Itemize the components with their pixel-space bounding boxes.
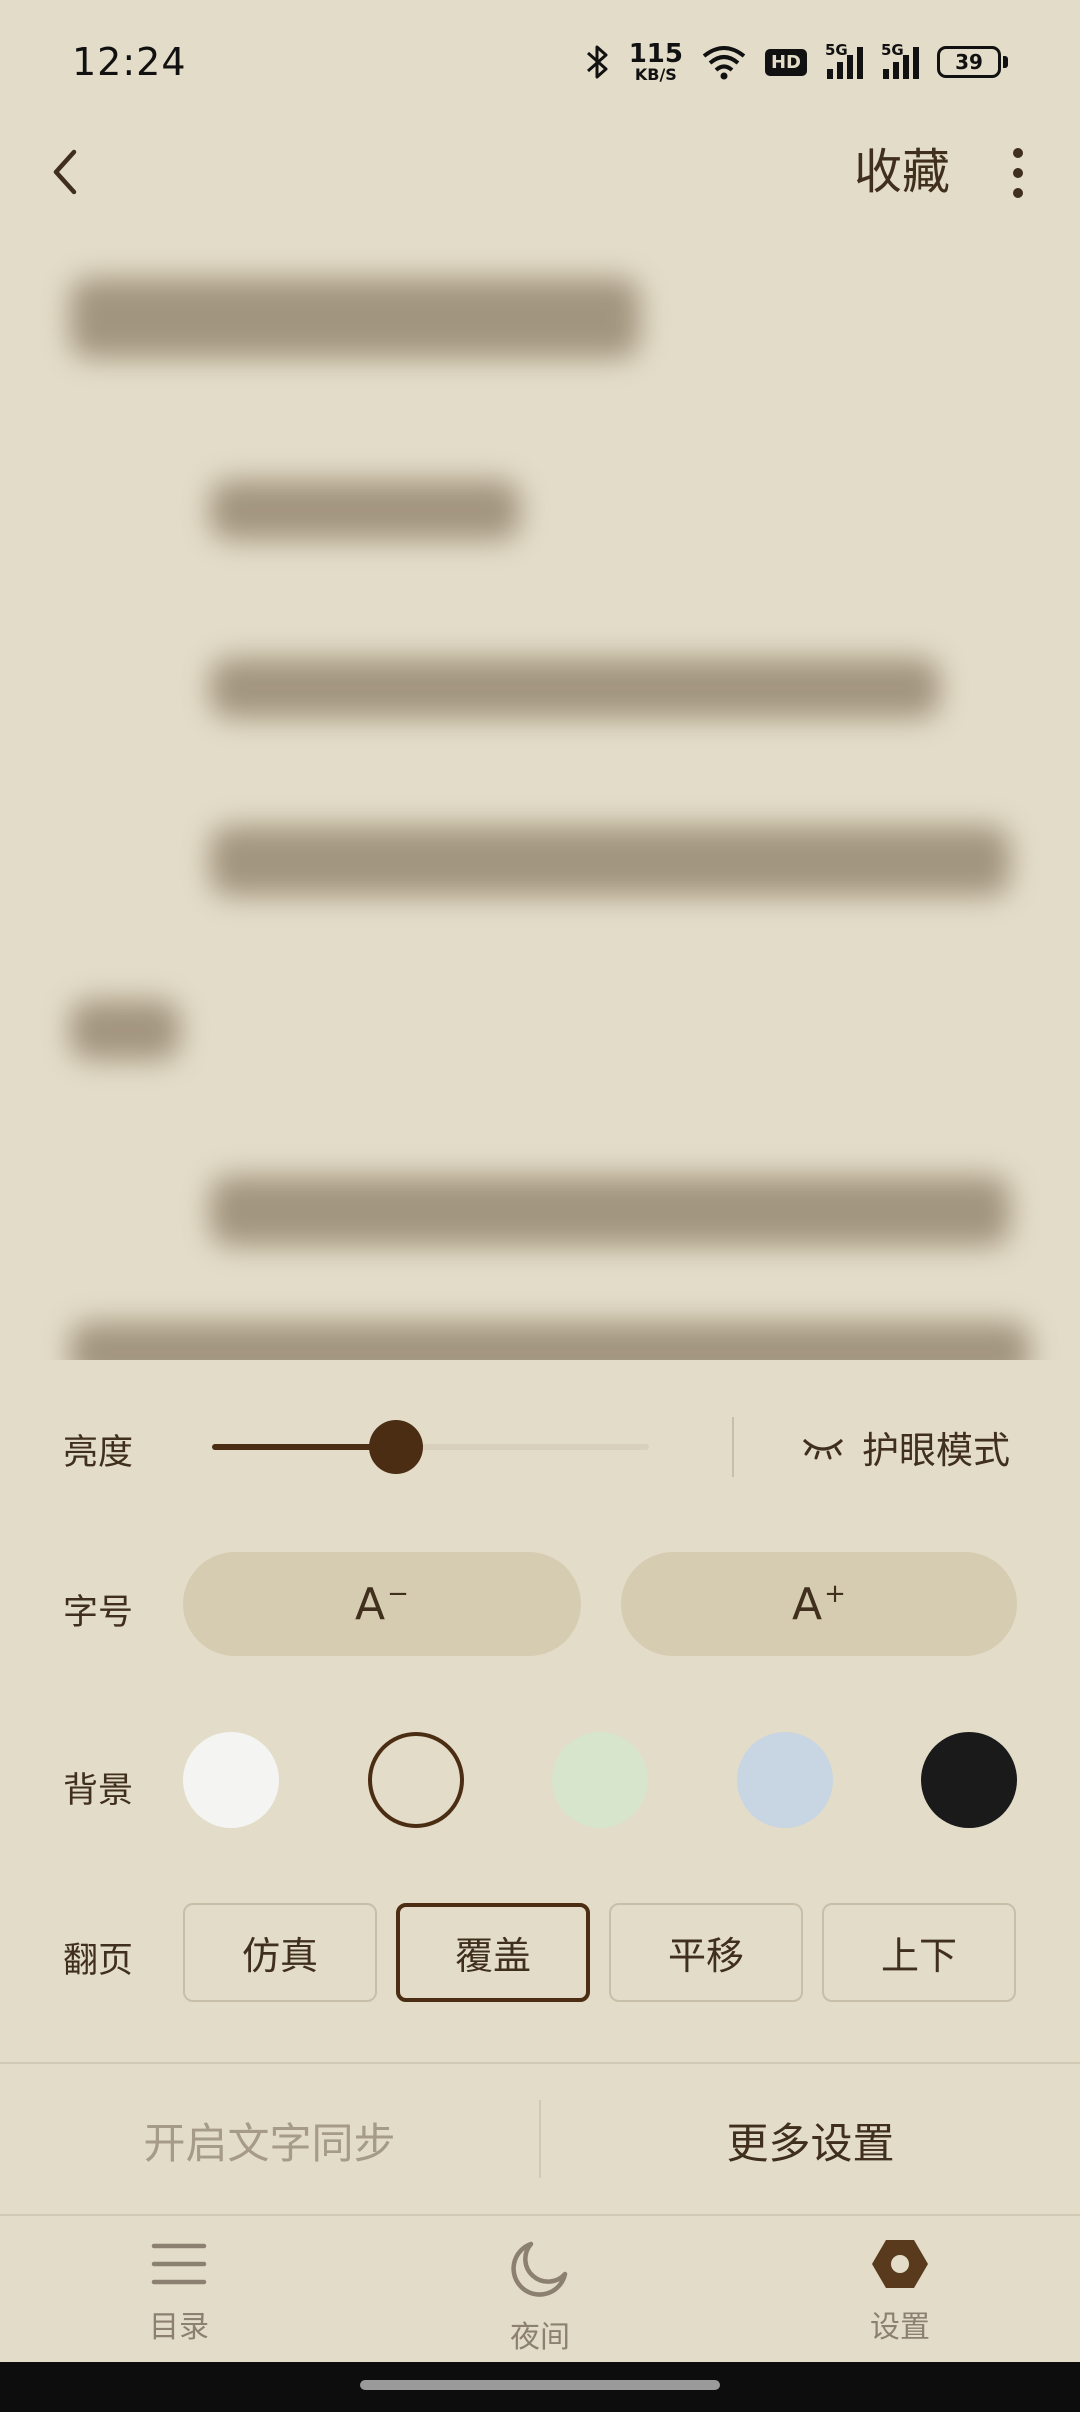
flip-mode-slide-button[interactable]: 平移 — [609, 1903, 803, 2002]
status-time: 12:24 — [72, 40, 187, 84]
signal-5g-icon: 5G — [825, 41, 863, 79]
background-swatch-beige-selected[interactable] — [368, 1732, 464, 1828]
network-speed: 115 KB/S — [628, 39, 683, 84]
more-settings-button[interactable]: 更多设置 — [541, 2100, 1080, 2180]
flip-mode-simulation-button[interactable]: 仿真 — [183, 1903, 377, 2002]
hd-icon: HD — [764, 48, 807, 76]
menu-list-icon — [150, 2238, 208, 2294]
font-size-label: 字号 — [63, 1593, 134, 1633]
navigation-bar — [0, 2362, 1080, 2412]
divider — [0, 2062, 1080, 2064]
collect-button[interactable]: 收藏 — [854, 144, 950, 200]
more-options-icon[interactable] — [1006, 148, 1030, 198]
flip-mode-vertical-button[interactable]: 上下 — [822, 1903, 1016, 2002]
status-bar: 12:24 115 KB/S HD 5G 5G 39 — [0, 0, 1080, 124]
reader-content[interactable] — [0, 230, 1080, 1360]
brightness-label: 亮度 — [63, 1433, 134, 1473]
page-flip-label: 翻页 — [63, 1941, 134, 1981]
tab-night-mode[interactable]: 夜间 — [440, 2238, 640, 2356]
wifi-icon — [701, 44, 747, 80]
background-swatch-white[interactable] — [183, 1732, 279, 1828]
eye-closed-icon — [800, 1426, 846, 1469]
background-swatch-green[interactable] — [552, 1732, 648, 1828]
moon-icon — [509, 2238, 571, 2304]
text-sync-button[interactable]: 开启文字同步 — [0, 2100, 539, 2180]
eye-mode-label: 护眼模式 — [862, 1429, 1010, 1472]
blurred-text-line — [210, 480, 520, 540]
status-icons: 115 KB/S HD 5G 5G 39 — [585, 41, 1008, 83]
blurred-text-line — [70, 1000, 180, 1060]
home-indicator[interactable] — [360, 2380, 720, 2390]
blurred-text-line — [210, 1176, 1010, 1246]
background-swatch-black[interactable] — [921, 1732, 1017, 1828]
blurred-text-line — [70, 1322, 1030, 1360]
bluetooth-icon — [585, 43, 611, 81]
font-decrease-button[interactable]: A − — [183, 1552, 581, 1656]
blurred-text-line — [70, 278, 640, 358]
tab-catalog[interactable]: 目录 — [79, 2238, 279, 2346]
back-icon[interactable] — [40, 144, 96, 200]
blurred-text-line — [210, 826, 1010, 896]
flip-mode-cover-button[interactable]: 覆盖 — [396, 1903, 590, 2002]
battery-icon: 39 — [937, 46, 1008, 78]
divider — [732, 1417, 734, 1477]
eye-mode-button[interactable]: 护眼模式 — [800, 1420, 1010, 1474]
font-increase-button[interactable]: A + — [621, 1552, 1017, 1656]
blurred-text-line — [210, 658, 940, 718]
signal-5g-icon-2: 5G — [881, 41, 919, 79]
background-label: 背景 — [63, 1771, 134, 1811]
background-swatch-blue[interactable] — [737, 1732, 833, 1828]
brightness-slider-thumb[interactable] — [368, 1420, 423, 1474]
brightness-slider[interactable] — [212, 1420, 649, 1474]
divider — [0, 2214, 1080, 2216]
tab-settings[interactable]: 设置 — [800, 2238, 1000, 2346]
top-bar: 收藏 — [0, 124, 1080, 220]
settings-hexagon-icon — [871, 2238, 929, 2294]
